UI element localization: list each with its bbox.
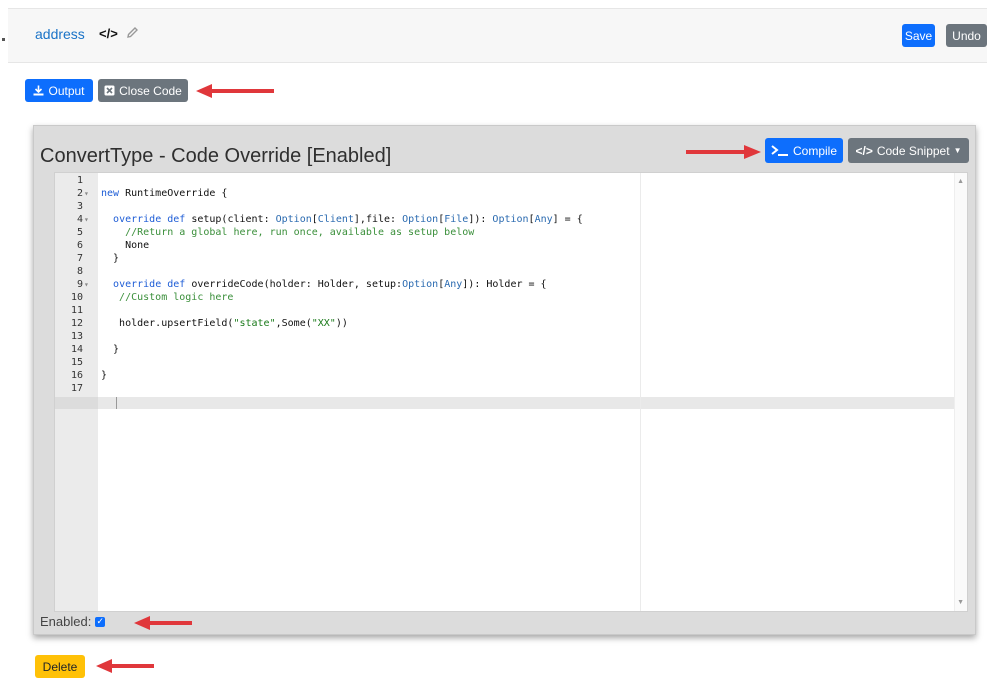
scroll-down-icon[interactable]: ▼	[957, 599, 964, 606]
close-code-label: Close Code	[119, 83, 182, 98]
line-number: 7	[76, 253, 83, 264]
terminal-icon	[771, 145, 788, 156]
output-label: Output	[48, 83, 85, 98]
line-number: 5	[76, 227, 83, 238]
code-override-panel: ConvertType - Code Override [Enabled] Co…	[33, 125, 976, 635]
fold-toggle-icon[interactable]: ▾	[84, 214, 94, 226]
code-text: }	[101, 253, 120, 264]
line-number: 12	[70, 318, 83, 329]
compile-button[interactable]: Compile	[765, 138, 843, 163]
line-number: 17	[70, 383, 83, 394]
line-number: 9	[76, 279, 83, 290]
enabled-checkbox[interactable]: ✓	[95, 616, 106, 627]
code-text: //Custom logic here	[101, 292, 234, 303]
line-number: 8	[76, 266, 83, 277]
code-snippet-label: Code Snippet	[876, 143, 950, 158]
fold-toggle-icon[interactable]: ▾	[84, 188, 94, 200]
active-line-gutter	[55, 397, 98, 409]
annotation-arrow-delete	[96, 659, 154, 673]
caret-down-icon: ▼	[953, 146, 962, 155]
active-line-highlight	[55, 397, 955, 409]
output-button[interactable]: Output	[25, 79, 93, 102]
compile-label: Compile	[792, 143, 837, 158]
code-text: }	[101, 370, 108, 381]
line-number: 15	[70, 357, 83, 368]
code-snippet-dropdown[interactable]: </> Code Snippet ▼	[848, 138, 969, 163]
line-number: 13	[70, 331, 83, 342]
field-name-link[interactable]: address	[35, 26, 85, 42]
close-box-icon	[104, 85, 115, 96]
code-text: override def setup(client: Option[Client…	[113, 214, 583, 225]
line-number: 16	[70, 370, 83, 381]
code-text: }	[101, 344, 120, 355]
code-text: override def overrideCode(holder: Holder…	[113, 279, 547, 290]
line-number: 1	[76, 175, 83, 186]
scroll-up-icon[interactable]: ▲	[957, 178, 964, 185]
line-number: 14	[70, 344, 83, 355]
line-number: 4	[76, 214, 83, 225]
annotation-arrow-enabled	[134, 616, 192, 630]
undo-button[interactable]: Undo	[946, 24, 987, 47]
download-icon	[33, 85, 44, 96]
annotation-arrow-compile	[686, 145, 761, 159]
code-icon[interactable]: </>	[99, 26, 118, 41]
enabled-toggle-row: Enabled: ✓	[40, 614, 106, 629]
fold-toggle-icon[interactable]: ▾	[84, 279, 94, 291]
line-number: 10	[70, 292, 83, 303]
line-number: 3	[76, 201, 83, 212]
line-number: 2	[76, 188, 83, 199]
close-code-button[interactable]: Close Code	[98, 79, 188, 102]
page-edge-marker	[2, 38, 5, 41]
pencil-icon[interactable]	[126, 26, 139, 44]
code-text: //Return a global here, run once, availa…	[101, 227, 475, 238]
field-header: address </>	[8, 8, 987, 63]
code-text: new RuntimeOverride {	[101, 188, 228, 199]
enabled-label: Enabled:	[40, 614, 92, 629]
code-text: holder.upsertField("state",Some("XX"))	[101, 318, 348, 329]
save-button[interactable]: Save	[902, 24, 935, 47]
annotation-arrow-close-code	[196, 84, 274, 98]
code-icon: </>	[855, 143, 873, 158]
print-margin	[640, 173, 641, 611]
text-cursor	[116, 397, 117, 409]
delete-button[interactable]: Delete	[35, 655, 85, 678]
code-editor[interactable]: 1 2 ▾ new RuntimeOverride {3 4 ▾ override def…	[54, 172, 968, 612]
line-number: 11	[70, 305, 83, 316]
panel-title: ConvertType - Code Override [Enabled]	[40, 145, 392, 167]
code-text: None	[101, 240, 150, 251]
vertical-scrollbar[interactable]: ▲ ▼	[954, 173, 967, 611]
line-number: 6	[76, 240, 83, 251]
